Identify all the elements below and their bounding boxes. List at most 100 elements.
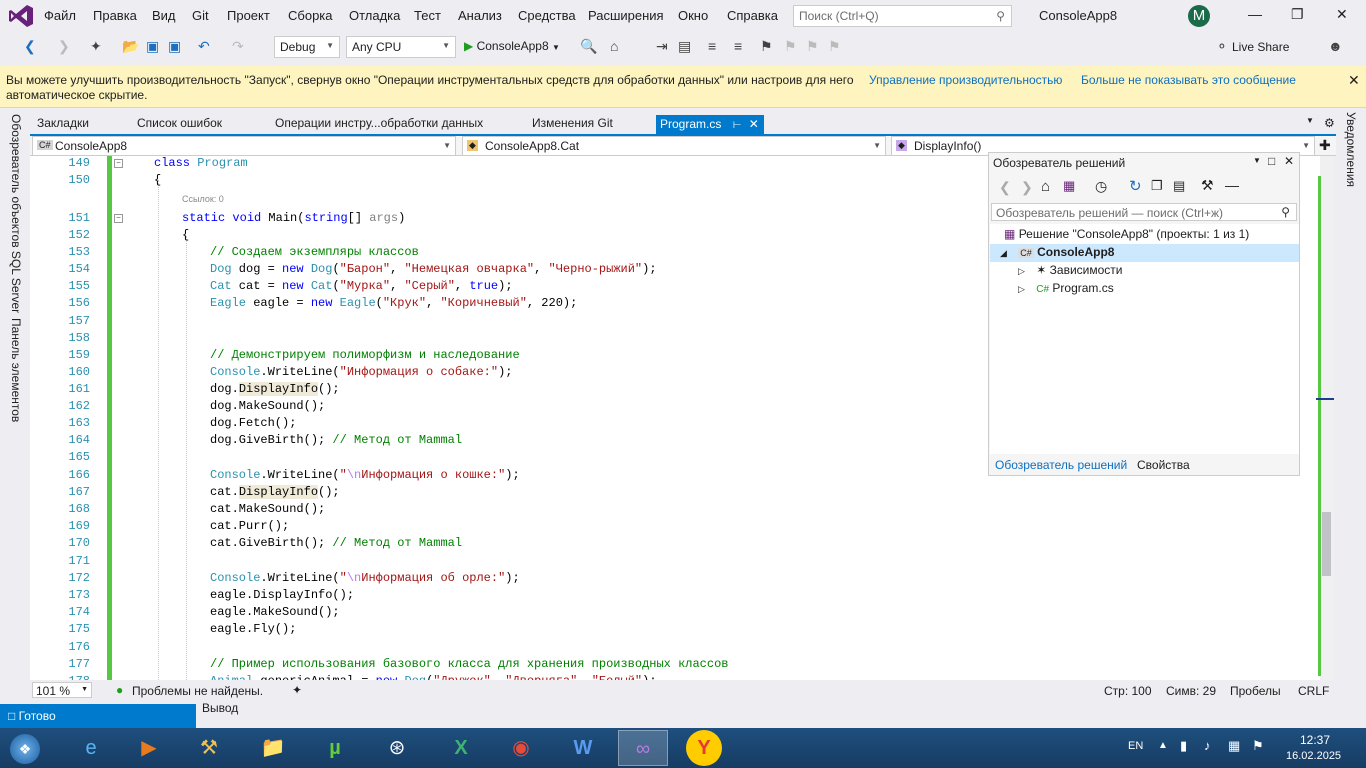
tab-error-list[interactable]: Список ошибок [137, 116, 222, 130]
pin-icon[interactable]: ⊢ [733, 120, 742, 131]
open-folder-icon[interactable]: 📂 [122, 38, 139, 55]
clock-date[interactable]: 16.02.2025 [1286, 750, 1341, 762]
settings-icon[interactable]: ⚙ [1324, 116, 1335, 130]
avatar[interactable]: M [1188, 5, 1210, 27]
tab-properties[interactable]: Свойства [1137, 458, 1190, 472]
tree-item-program-cs[interactable]: ▷ C# Program.cs [1018, 281, 1114, 295]
home-icon[interactable]: ⌂ [1041, 178, 1050, 195]
refresh-icon[interactable]: ↻ [1129, 177, 1142, 195]
column-indicator[interactable]: Симв: 29 [1166, 684, 1216, 698]
action-center-icon[interactable]: ⚑ [1252, 738, 1264, 754]
menu-git[interactable]: Git [192, 8, 209, 23]
dont-show-again-link[interactable]: Больше не показывать это сообщение [1081, 73, 1296, 87]
start-debug-button[interactable]: ▶ ConsoleApp8 ▼ [464, 39, 560, 53]
code-line[interactable]: 172 Console.WriteLine("\nИнформация об ор… [30, 571, 1320, 588]
code-line[interactable]: 171 [30, 554, 1320, 571]
notifications-tab[interactable]: Уведомления [1344, 112, 1358, 187]
restore-icon[interactable]: ❐ [1291, 6, 1304, 23]
tree-item-project[interactable]: ◢ C# ConsoleApp8 [990, 244, 1299, 262]
media-player-icon[interactable]: ▶ [124, 730, 174, 766]
fold-collapse-icon[interactable]: − [114, 159, 123, 168]
line-indicator[interactable]: Стр: 100 [1104, 684, 1152, 698]
menu-file[interactable]: Файл [44, 8, 76, 23]
word-icon[interactable]: W [558, 730, 608, 766]
show-all-files-icon[interactable]: ▤ [1173, 178, 1185, 194]
project-nav-select[interactable]: C# ConsoleApp8 ▼ [32, 136, 456, 156]
code-line[interactable]: 170 cat.GiveBirth(); // Метод от Mammal [30, 536, 1320, 553]
code-cleanup-icon[interactable]: ✦ [292, 683, 302, 697]
switch-views-icon[interactable]: ▦ [1063, 178, 1075, 194]
sql-server-explorer-tab[interactable]: Обозреватель объектов SQL Server [9, 114, 23, 313]
tab-git-changes[interactable]: Изменения Git [532, 116, 613, 130]
global-search-input[interactable]: Поиск (Ctrl+Q) ⚲ [793, 5, 1012, 27]
class-nav-select[interactable]: ◆ ConsoleApp8.Cat ▼ [462, 136, 886, 156]
network-icon[interactable]: ⊛ [372, 730, 422, 766]
code-line[interactable]: 176 [30, 640, 1320, 657]
code-line[interactable]: 175 eagle.Fly(); [30, 622, 1320, 639]
volume-icon[interactable]: ♪ [1204, 738, 1211, 753]
minimize-icon[interactable]: — [1248, 6, 1262, 22]
menu-edit[interactable]: Правка [93, 8, 137, 23]
back-icon[interactable]: ❮ [24, 38, 36, 55]
comment-icon[interactable]: ≡ [708, 38, 716, 54]
menu-project[interactable]: Проект [227, 8, 270, 23]
preview-icon[interactable]: — [1225, 177, 1239, 193]
forward-icon[interactable]: ❯ [1021, 179, 1033, 196]
code-line[interactable]: 167 cat.DisplayInfo(); [30, 485, 1320, 502]
back-icon[interactable]: ❮ [999, 179, 1011, 196]
configuration-select[interactable]: Debug ▼ [274, 36, 340, 58]
tab-solution-explorer[interactable]: Обозреватель решений [995, 458, 1127, 472]
menu-help[interactable]: Справка [727, 8, 778, 23]
next-bookmark-icon[interactable]: ⚑ [806, 38, 819, 55]
menu-test[interactable]: Тест [414, 8, 441, 23]
close-icon[interactable]: ✕ [1348, 72, 1360, 89]
history-icon[interactable]: ◷ [1095, 178, 1107, 195]
visual-studio-task-icon[interactable]: ∞ [618, 730, 668, 766]
close-icon[interactable]: ✕ [1284, 154, 1294, 168]
chevron-down-icon[interactable]: ▼ [1253, 156, 1261, 165]
utorrent-icon[interactable]: µ [310, 730, 360, 766]
editor-scrollbar[interactable] [1320, 156, 1334, 680]
bookmark-icon[interactable]: ⚑ [760, 38, 773, 55]
save-all-icon[interactable]: ▣ [168, 38, 181, 55]
tab-data-tools-operations[interactable]: Операции инстру...обработки данных [275, 116, 483, 130]
live-share-button[interactable]: Live Share [1232, 40, 1289, 54]
network-tray-icon[interactable]: ▦ [1228, 738, 1240, 754]
chrome-icon[interactable]: ◉ [496, 730, 546, 766]
solution-explorer-search-input[interactable]: Обозреватель решений — поиск (Ctrl+ж) ⚲ [991, 203, 1297, 221]
fold-collapse-icon[interactable]: − [114, 214, 123, 223]
tab-program-cs[interactable]: Program.cs ⊢ ✕ [656, 115, 764, 135]
prev-bookmark-icon[interactable]: ⚑ [784, 38, 797, 55]
menu-tools[interactable]: Средства [518, 8, 576, 23]
code-line[interactable]: 173 eagle.DisplayInfo(); [30, 588, 1320, 605]
platform-select[interactable]: Any CPU ▼ [346, 36, 456, 58]
find-in-files-icon[interactable]: 🔍 [580, 38, 597, 55]
file-explorer-icon[interactable]: 📁 [248, 730, 298, 766]
breakpoints-icon[interactable]: ▤ [678, 38, 691, 55]
collapse-all-icon[interactable]: ❐ [1151, 178, 1163, 194]
battery-icon[interactable]: ▮ [1180, 738, 1187, 754]
whitespace-indicator[interactable]: Пробелы [1230, 684, 1281, 698]
start-button-icon[interactable]: ❖ [2, 730, 48, 766]
yandex-browser-icon[interactable]: Y [686, 730, 722, 766]
code-line[interactable]: 169 cat.Purr(); [30, 519, 1320, 536]
menu-window[interactable]: Окно [678, 8, 708, 23]
tree-item-solution[interactable]: ▦ Решение "ConsoleApp8" (проекты: 1 из 1… [1004, 227, 1249, 241]
undo-icon[interactable]: ↶ [198, 38, 210, 55]
language-indicator[interactable]: EN [1128, 740, 1143, 752]
close-window-icon[interactable]: ✕ [1336, 6, 1348, 23]
visual-studio-logo-icon[interactable] [8, 4, 34, 28]
new-project-icon[interactable]: ✦ [90, 38, 102, 55]
tab-bookmarks[interactable]: Закладки [37, 116, 89, 130]
code-line[interactable]: 174 eagle.MakeSound(); [30, 605, 1320, 622]
control-panel-icon[interactable]: ⚒ [184, 730, 234, 766]
clock-time[interactable]: 12:37 [1300, 733, 1330, 747]
split-icon[interactable]: ✚ [1319, 137, 1331, 154]
line-ending-indicator[interactable]: CRLF [1298, 684, 1329, 698]
menu-build[interactable]: Сборка [288, 8, 333, 23]
zoom-select[interactable]: 101 % ▼ [32, 682, 92, 698]
menu-analyze[interactable]: Анализ [458, 8, 502, 23]
internet-explorer-icon[interactable]: e [66, 730, 116, 766]
step-icon[interactable]: ⇥ [656, 38, 668, 55]
close-tab-icon[interactable]: ✕ [749, 117, 759, 131]
